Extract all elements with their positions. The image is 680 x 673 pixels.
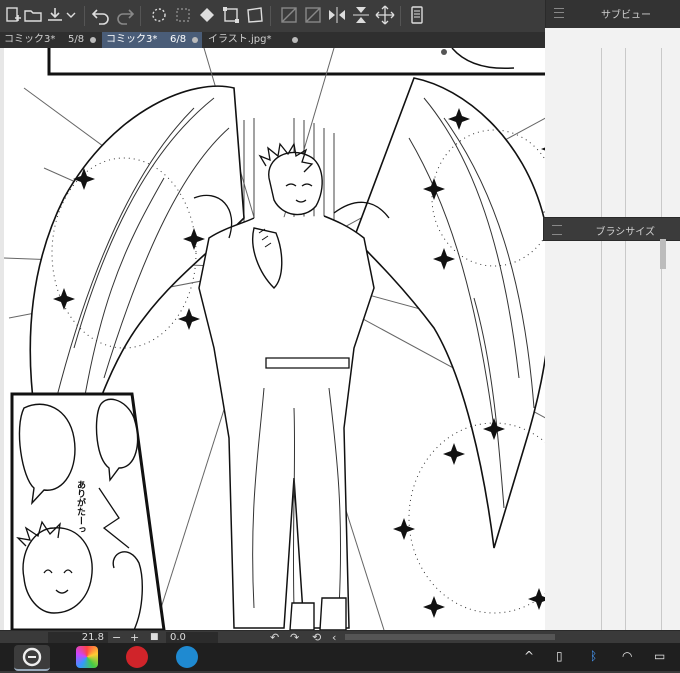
chevron-up-icon[interactable]: ^ <box>524 649 534 665</box>
move-canvas-icon[interactable] <box>374 4 396 26</box>
subview-area <box>545 28 680 630</box>
undo-icon[interactable] <box>90 4 112 26</box>
hide-outside-icon[interactable] <box>278 4 300 26</box>
windows-taskbar: ^ ▯ ᛒ ◠ ▭ <box>0 643 680 671</box>
manga-page[interactable]: ありがたーっ <box>3 48 545 630</box>
transform-icon[interactable] <box>220 4 242 26</box>
save-icon[interactable] <box>44 4 66 26</box>
flip-vertical-icon[interactable] <box>350 4 372 26</box>
rotation-angle-field[interactable]: 0.0 <box>166 632 218 643</box>
chevron-down-icon[interactable] <box>64 4 78 26</box>
unsaved-dot-icon <box>292 37 298 43</box>
brush-size-panel-header[interactable]: ブラシサイズ <box>543 217 680 241</box>
clip-studio-app-icon[interactable] <box>14 645 50 671</box>
unsaved-dot-icon <box>192 37 198 43</box>
tablet-mode-icon[interactable] <box>406 4 428 26</box>
panel-menu-icon[interactable] <box>554 8 564 18</box>
tab-comic3-page5[interactable]: コミック3* 5/8 <box>0 32 100 48</box>
vertical-scrollbar[interactable] <box>660 239 666 269</box>
open-folder-icon[interactable] <box>22 4 44 26</box>
mask-icon[interactable] <box>302 4 324 26</box>
redo-icon[interactable] <box>114 4 136 26</box>
clear-layer-icon[interactable] <box>148 4 170 26</box>
zoom-field[interactable]: 21.8 <box>48 632 108 643</box>
color-app-icon[interactable] <box>76 646 98 668</box>
brush-size-label: ブラシサイズ <box>595 227 656 238</box>
fill-bucket-icon[interactable] <box>196 4 218 26</box>
speech-text: ありがたーっ <box>75 480 85 534</box>
tab-illust-jpg[interactable]: イラスト.jpg* <box>204 32 304 48</box>
horizontal-scrollbar[interactable] <box>345 634 555 640</box>
document-tabs: コミック3* 5/8 コミック3* 6/8 イラスト.jpg* <box>0 32 545 48</box>
battery-icon[interactable]: ▭ <box>654 649 665 665</box>
status-bar: 21.8 − + ■ 0.0 ↶ ↷ ⟲ ‹ <box>0 630 680 644</box>
bluetooth-icon[interactable]: ᛒ <box>590 649 597 665</box>
fill-outside-icon[interactable] <box>172 4 194 26</box>
flip-horizontal-icon[interactable] <box>326 4 348 26</box>
blue-app-icon[interactable] <box>176 646 198 668</box>
usb-icon[interactable]: ▯ <box>556 649 563 665</box>
wifi-icon[interactable]: ◠ <box>622 649 632 665</box>
red-app-icon[interactable] <box>126 646 148 668</box>
subview-label: サブビュー <box>601 10 651 21</box>
subview-panel-header[interactable]: サブビュー <box>545 0 680 28</box>
tab-comic3-page6[interactable]: コミック3* 6/8 <box>102 32 202 48</box>
unsaved-dot-icon <box>90 37 96 43</box>
panel-menu-icon[interactable] <box>552 225 562 235</box>
canvas-area[interactable]: ありがたーっ <box>0 48 545 630</box>
new-file-icon[interactable] <box>2 4 24 26</box>
free-transform-icon[interactable] <box>244 4 266 26</box>
manga-artwork <box>3 48 545 630</box>
